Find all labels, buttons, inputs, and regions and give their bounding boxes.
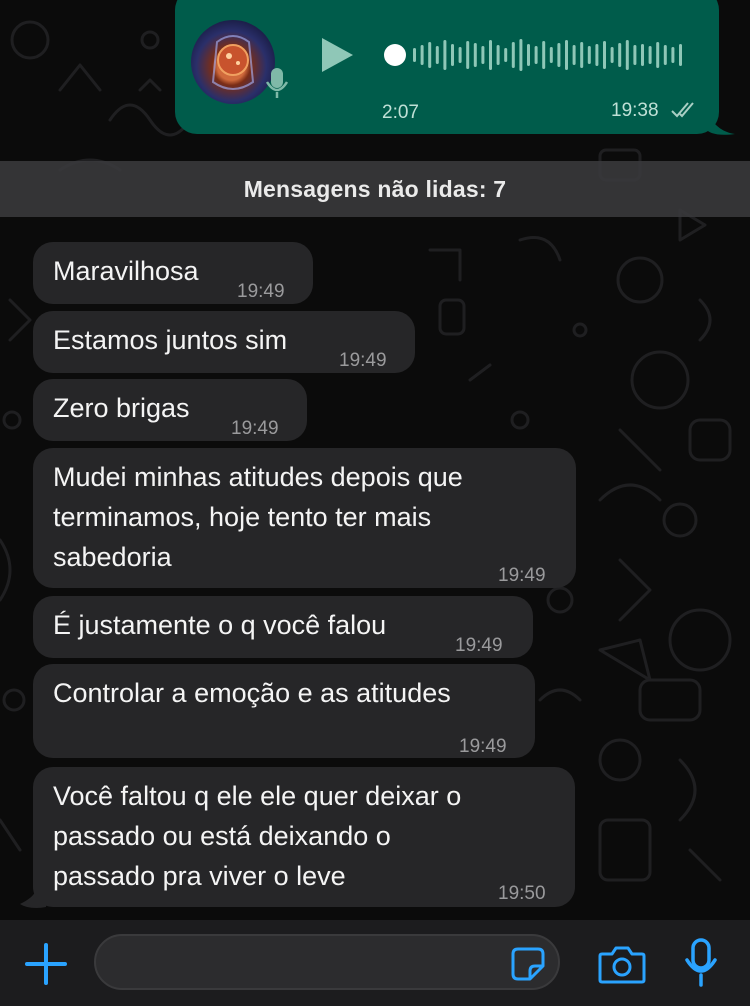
message-time: 19:49 <box>231 418 279 439</box>
plus-icon[interactable] <box>24 942 68 986</box>
message-bubble-tail <box>20 890 46 908</box>
message-time: 19:49 <box>237 281 285 302</box>
chat-area[interactable]: 2:07 19:38 Mensagens não lidas: 7 Maravi… <box>0 0 750 920</box>
sticker-icon[interactable] <box>510 946 546 982</box>
message-bubble[interactable]: Maravilhosa 19:49 <box>33 242 313 304</box>
camera-icon[interactable] <box>598 944 646 984</box>
voice-timestamp: 19:38 <box>611 100 659 121</box>
message-bubble[interactable]: Mudei minhas atitudes depois que termina… <box>33 448 576 588</box>
unread-divider: Mensagens não lidas: 7 <box>0 161 750 217</box>
mic-icon[interactable] <box>684 938 718 988</box>
message-text: Estamos juntos sim <box>53 325 288 355</box>
message-text: Mudei minhas atitudes depois que termina… <box>53 462 463 572</box>
profile-avatar <box>191 20 275 104</box>
message-text: Zero brigas <box>53 393 190 423</box>
message-text: É justamente o q você falou <box>53 610 387 640</box>
message-time: 19:49 <box>455 635 503 656</box>
message-time: 19:49 <box>339 350 387 371</box>
voice-bubble-tail <box>705 106 735 135</box>
message-text: Controlar a emoção e as atitudes <box>53 678 451 708</box>
double-check-icon <box>671 102 694 118</box>
message-input[interactable] <box>112 944 506 982</box>
message-text: Maravilhosa <box>53 256 199 286</box>
message-bubble[interactable]: Estamos juntos sim 19:49 <box>33 311 415 373</box>
message-bubble[interactable]: Zero brigas 19:49 <box>33 379 307 441</box>
voice-duration: 2:07 <box>382 102 419 123</box>
play-icon[interactable] <box>319 36 355 74</box>
message-text: Você faltou q ele ele quer deixar o pass… <box>53 781 462 891</box>
message-bubble[interactable]: Você faltou q ele ele quer deixar o pass… <box>33 767 575 907</box>
message-time: 19:50 <box>498 883 546 904</box>
message-time: 19:49 <box>498 565 546 586</box>
message-time: 19:49 <box>459 736 507 757</box>
message-bubble[interactable]: Controlar a emoção e as atitudes 19:49 <box>33 664 535 758</box>
audio-waveform[interactable] <box>383 36 683 74</box>
message-text-field[interactable] <box>94 934 560 990</box>
voice-message-bubble[interactable]: 2:07 19:38 <box>175 0 719 134</box>
message-input-bar <box>0 920 750 1006</box>
unread-label: Mensagens não lidas: 7 <box>243 175 507 202</box>
mic-icon <box>265 68 289 98</box>
message-bubble[interactable]: É justamente o q você falou 19:49 <box>33 596 533 658</box>
